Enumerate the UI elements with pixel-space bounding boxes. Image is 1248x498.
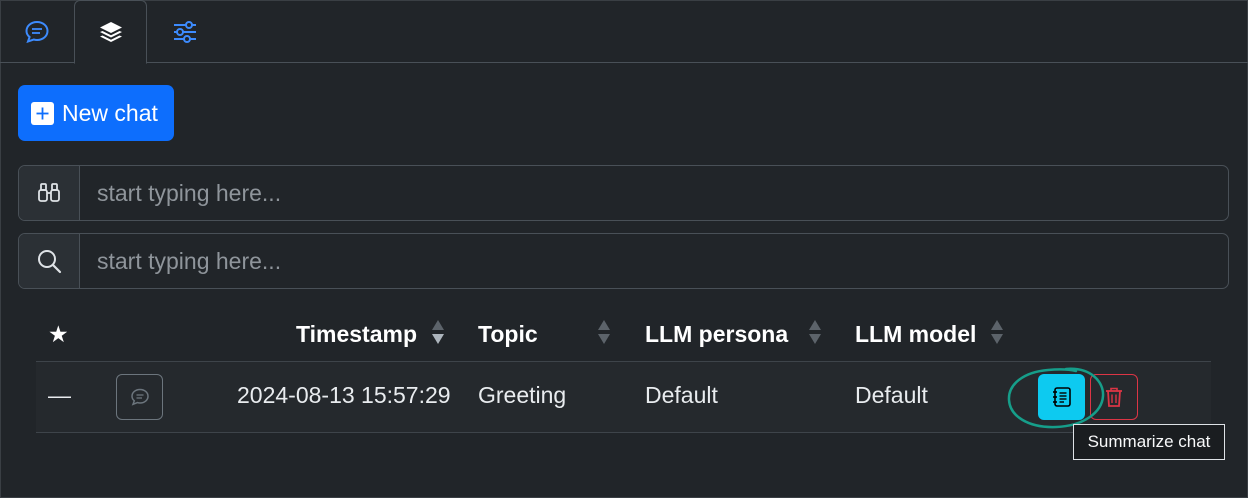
new-chat-label: New chat [62,99,158,126]
new-chat-button[interactable]: New chat [18,85,174,141]
table-divider [36,432,1211,433]
row-llm-persona: Default [645,381,718,408]
layers-icon [99,22,122,42]
search-input[interactable] [80,234,1228,288]
header-topic[interactable]: Topic [478,318,538,350]
row-topic: Greeting [478,381,567,408]
plus-square-icon [31,101,54,125]
journal-text-icon [1052,387,1071,407]
tab-bar [0,0,1248,64]
sort-icon[interactable] [596,318,612,346]
open-chat-button[interactable] [116,374,163,420]
delete-chat-button[interactable] [1090,374,1138,420]
row-timestamp: 2024-08-13 15:57:29 [237,381,451,408]
trash-icon [1106,387,1122,407]
search-icon [19,234,80,288]
sliders-icon [173,20,196,43]
tooltip: Summarize chat [1073,424,1225,460]
header-llm-persona[interactable]: LLM persona [645,318,788,350]
row-llm-model: Default [855,381,928,408]
tab-settings[interactable] [148,0,221,63]
binoculars-icon [19,166,80,220]
sort-icon[interactable] [807,318,823,346]
sort-desc-icon[interactable] [430,318,446,346]
table-row [36,362,1211,432]
filter-input[interactable] [80,166,1228,220]
tab-chat[interactable] [0,0,73,63]
header-timestamp[interactable]: Timestamp [296,318,417,350]
search-group [18,233,1229,289]
sort-icon[interactable] [989,318,1005,346]
star-toggle[interactable]: — [48,380,71,410]
chat-bubble-icon [130,388,149,406]
filter-group [18,165,1229,221]
chat-bubble-icon [24,20,49,43]
header-star[interactable]: ★ [48,318,69,350]
summarize-chat-button[interactable] [1038,374,1085,420]
header-llm-model[interactable]: LLM model [855,318,976,350]
tab-chats-list[interactable] [74,0,147,64]
